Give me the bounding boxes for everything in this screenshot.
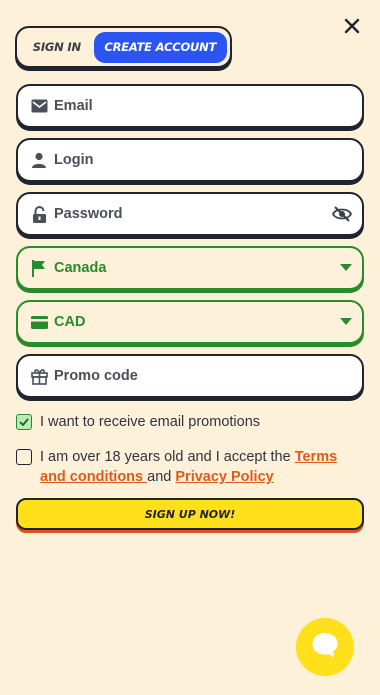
email-promotions-row: I want to receive email promotions [16,412,356,432]
login-field[interactable] [16,138,364,182]
eye-off-icon[interactable] [332,206,352,222]
chevron-down-icon[interactable] [340,318,352,326]
privacy-policy-link[interactable]: Privacy Policy [175,469,273,485]
envelope-icon [30,97,48,115]
auth-tabs: SIGN IN CREATE ACCOUNT [15,26,232,68]
email-field[interactable] [16,84,364,128]
country-select[interactable]: Canada [16,246,364,290]
close-icon[interactable] [344,18,360,34]
promo-code-input[interactable] [54,368,304,384]
terms-text: I am over 18 years old and I accept the [40,449,295,465]
terms-text-and: and [147,469,176,485]
user-icon [30,151,48,169]
currency-select[interactable]: CAD [16,300,364,344]
email-input[interactable] [54,98,304,114]
tab-create-account[interactable]: CREATE ACCOUNT [93,31,227,63]
gift-icon [30,367,48,385]
sign-up-button[interactable]: SIGN UP NOW! [16,498,364,530]
terms-row: I am over 18 years old and I accept the … [16,447,356,487]
currency-value: CAD [54,314,86,330]
password-input[interactable] [54,206,304,222]
password-field[interactable] [16,192,364,236]
lock-icon [30,205,48,223]
terms-label: I am over 18 years old and I accept the … [40,447,356,487]
email-promotions-checkbox[interactable] [16,414,32,430]
flag-icon [30,259,48,277]
tab-sign-in[interactable]: SIGN IN [20,32,94,63]
chevron-down-icon[interactable] [340,264,352,272]
country-value: Canada [54,260,107,276]
chat-bubble-icon [310,630,340,665]
card-icon [30,313,48,331]
chat-button[interactable] [296,618,354,676]
email-promotions-label: I want to receive email promotions [40,414,261,430]
promo-code-field[interactable] [16,354,364,398]
terms-checkbox[interactable] [16,449,32,465]
login-input[interactable] [54,152,304,168]
